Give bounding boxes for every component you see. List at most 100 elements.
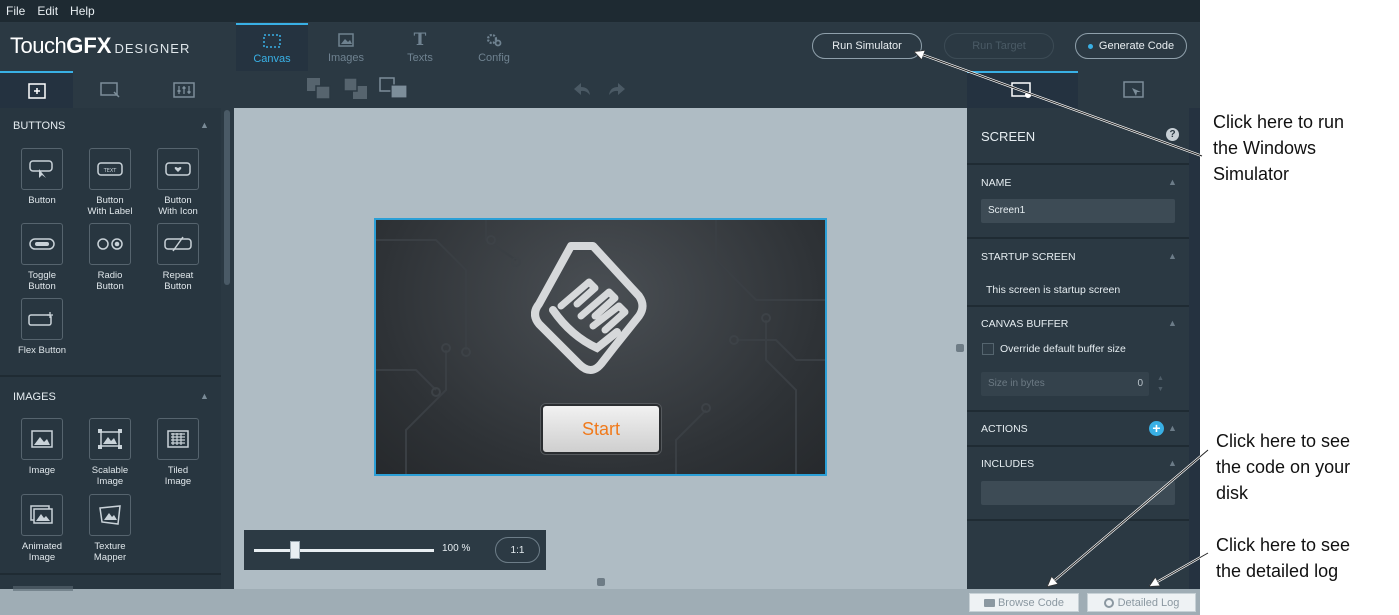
undo-icon[interactable] [572,81,592,102]
widget-image[interactable]: Image [12,418,72,476]
add-widget-icon [27,82,46,99]
tab-texts-label: Texts [407,51,433,64]
widget-panel-scrollbar[interactable] [221,108,234,589]
tab-config-label: Config [478,51,510,64]
widget-animated-image[interactable]: Animated Image [12,494,72,563]
sliders-icon [172,81,195,98]
collapsed-section-label [13,586,73,591]
browse-code-button[interactable]: Browse Code [969,593,1079,612]
chevron-up-icon[interactable]: ▲ [1168,177,1177,187]
widget-radio-button[interactable]: Radio Button [80,223,140,292]
chevron-up-icon[interactable]: ▲ [1168,458,1177,468]
send-backward-icon[interactable] [343,77,369,106]
tab-add-widget[interactable] [0,71,73,108]
widget-scalable-image[interactable]: Scalable Image [80,418,140,487]
stepper-arrows-icon[interactable]: ▲ ▼ [1157,373,1164,395]
zoom-slider-track[interactable] [254,549,434,552]
includes-title: INCLUDES [981,458,1035,470]
tab-mixer[interactable] [147,71,220,108]
widget-image-label: Image [28,465,56,476]
status-dot-icon [1087,43,1093,49]
section-divider [0,573,221,575]
widget-button-with-icon[interactable]: Button With Icon [148,148,208,217]
widget-texture-mapper[interactable]: Texture Mapper [80,494,140,563]
widget-toggle-button-label: Toggle Button [28,270,56,292]
run-simulator-button[interactable]: Run Simulator [812,33,922,59]
start-button[interactable]: Start [541,404,661,454]
secondary-toolbar [0,71,1200,108]
buffer-size-input[interactable]: Size in bytes 0 [981,372,1149,396]
texture-mapper-icon [99,505,121,525]
tab-tree-view[interactable] [73,71,146,108]
tab-properties[interactable] [967,71,1078,108]
widget-tiled-image[interactable]: Tiled Image [148,418,208,487]
zoom-control: 100 % 1:1 [244,530,546,570]
interaction-icon [1122,80,1144,98]
override-buffer-label: Override default buffer size [1000,343,1126,355]
app-logo: Touch GFX DESIGNER [10,33,190,61]
widget-flex-button[interactable]: Flex Button [12,298,72,356]
widget-radio-button-label: Radio Button [96,270,124,292]
bring-forward-icon[interactable] [306,77,332,106]
toggle-icon [29,238,55,250]
chevron-up-icon[interactable]: ▲ [1168,423,1177,433]
chevron-up-icon[interactable]: ▲ [1168,251,1177,261]
folder-icon [983,598,995,607]
includes-input[interactable] [981,481,1175,505]
widget-panel: BUTTONS ▲ Button TEXT Button With Label … [0,108,221,589]
add-action-icon[interactable]: + [1149,421,1164,436]
scrollbar-thumb[interactable] [224,110,230,285]
tab-interactions[interactable] [1078,71,1189,108]
widget-button[interactable]: Button [12,148,72,206]
chevron-up-icon[interactable]: ▲ [1168,318,1177,328]
help-icon[interactable]: ? [1166,128,1179,141]
zoom-value: 100 % [442,543,471,554]
widget-animated-image-label: Animated Image [21,541,63,563]
widget-toggle-button[interactable]: Toggle Button [12,223,72,292]
screen-title: SCREEN [981,129,1036,144]
resize-handle-icon[interactable] [597,578,605,586]
logo-gfx: GFX [66,33,112,58]
widget-button-with-label-label: Button With Label [87,195,133,217]
tab-images[interactable]: Images [310,23,382,71]
chevron-up-icon[interactable]: ▲ [200,120,209,130]
override-buffer-checkbox[interactable] [982,343,994,355]
properties-scrollbar[interactable] [1189,108,1200,589]
gears-icon [485,31,503,49]
detailed-log-label: Detailed Log [1117,596,1180,609]
screen1-preview[interactable]: Start [374,218,827,476]
generate-code-button[interactable]: Generate Code [1075,33,1187,59]
logo-designer: DESIGNER [114,41,191,56]
buffer-size-value: 0 [1137,378,1143,389]
startup-screen-title: STARTUP SCREEN [981,251,1076,263]
menu-file[interactable]: File [0,0,31,22]
menu-help[interactable]: Help [64,0,101,22]
chevron-up-icon[interactable]: ▲ [200,391,209,401]
zoom-slider-thumb[interactable] [290,541,301,559]
text-icon: T [413,29,427,50]
section-divider [0,375,221,377]
logo-touch: Touch [10,33,67,58]
detailed-log-button[interactable]: Detailed Log [1087,593,1196,612]
zoom-reset-button[interactable]: 1:1 [495,537,540,563]
radio-icon [97,238,123,250]
svg-text:TEXT: TEXT [103,168,118,174]
resize-handle-icon[interactable] [956,344,964,352]
menu-edit[interactable]: Edit [31,0,64,22]
image-widget-icon [31,430,53,448]
canvas-area[interactable]: Start 100 % 1:1 [234,108,967,589]
touchgfx-hand-logo-icon [531,242,647,374]
touchgfx-designer-window: File Edit Help Touch GFX DESIGNER Canvas… [0,0,1200,615]
widget-repeat-button[interactable]: Repeat Button [148,223,208,292]
widget-texture-mapper-label: Texture Mapper [93,541,127,563]
screen-name-input[interactable]: Screen1 [981,199,1175,223]
run-target-button[interactable]: Run Target [944,33,1054,59]
tab-config[interactable]: Config [458,23,530,71]
redo-icon[interactable] [607,81,627,102]
images-section-title: IMAGES [13,391,56,403]
tab-canvas[interactable]: Canvas [236,23,308,71]
bring-to-front-icon[interactable] [379,77,411,106]
canvas-buffer-section: CANVAS BUFFER ▲ Override default buffer … [967,307,1189,412]
tab-texts[interactable]: T Texts [384,23,456,71]
widget-button-with-label[interactable]: TEXT Button With Label [80,148,140,217]
